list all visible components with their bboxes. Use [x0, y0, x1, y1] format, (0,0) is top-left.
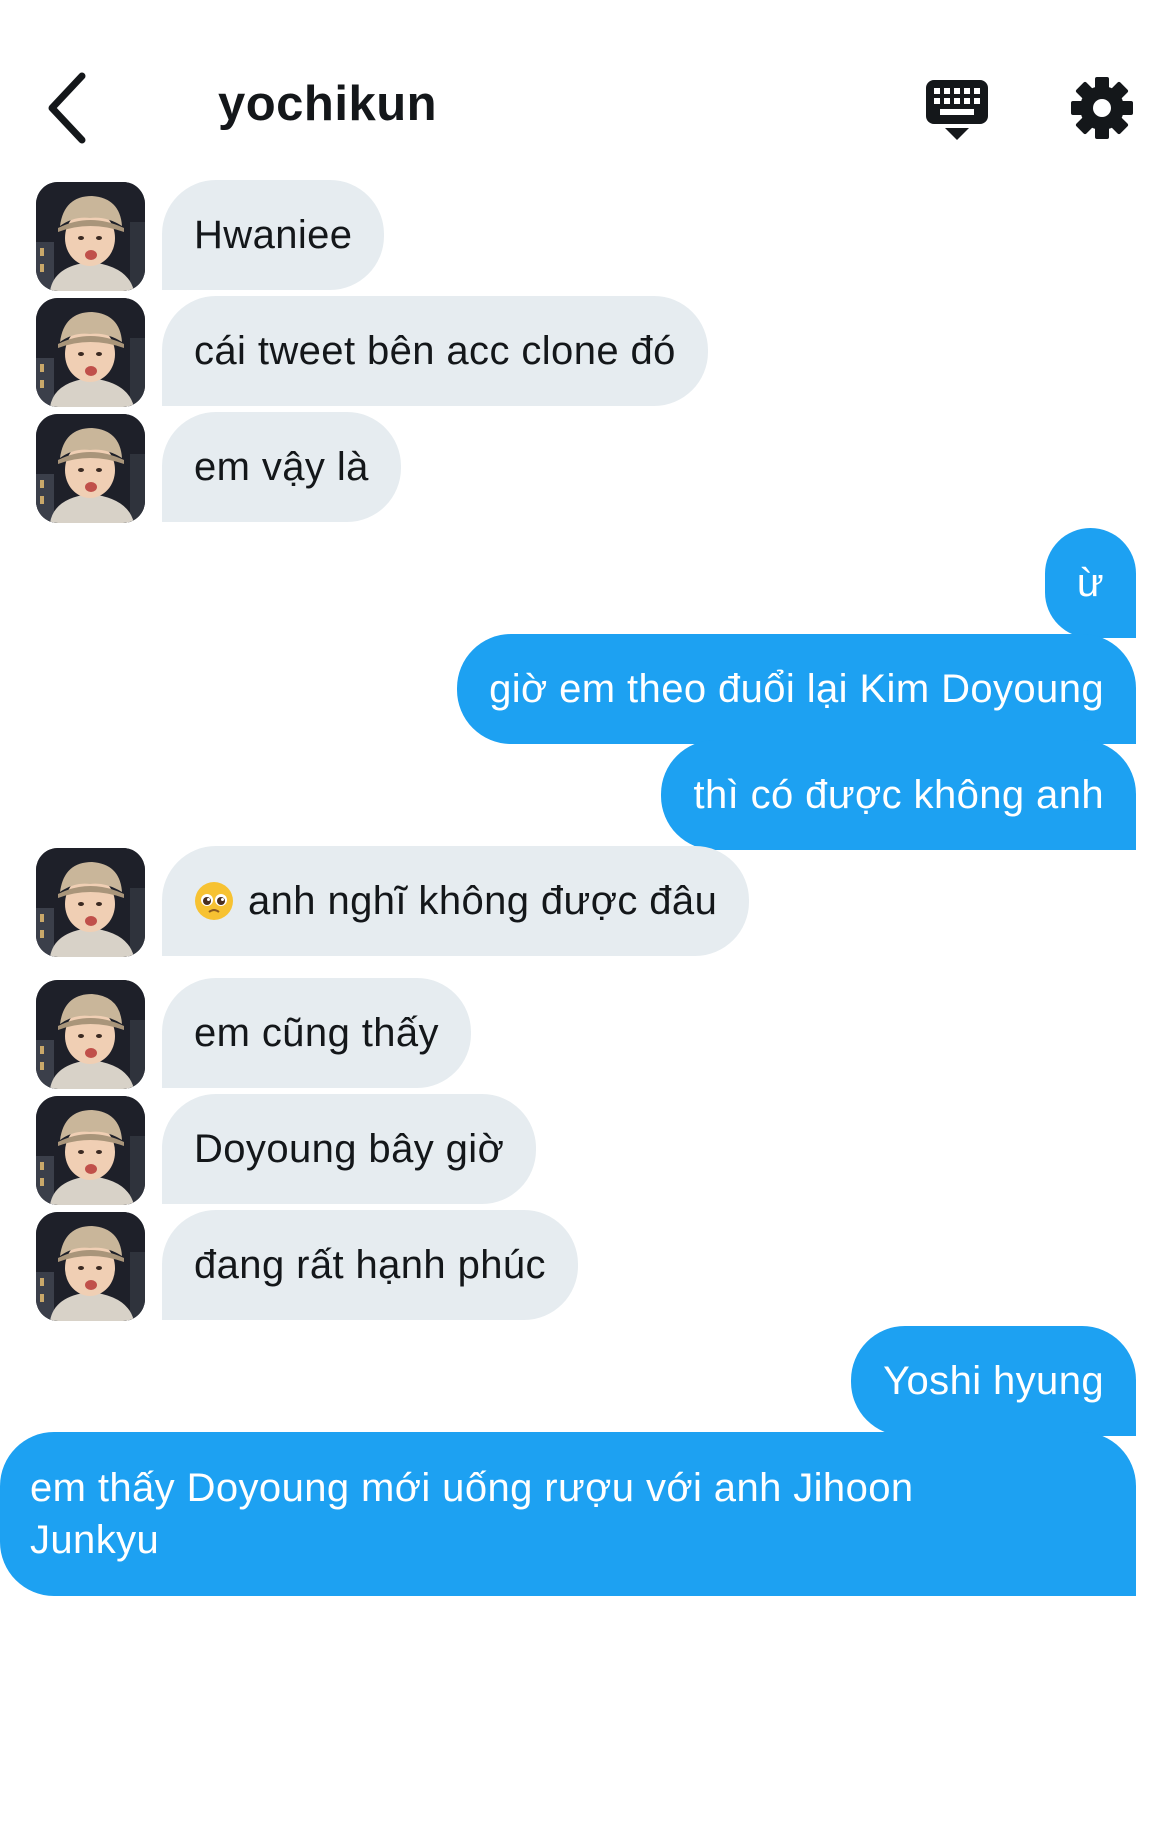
avatar[interactable]: [36, 1212, 145, 1321]
message-row: em cũng thấy: [0, 978, 1170, 1089]
avatar[interactable]: [36, 298, 145, 407]
pleading-face-emoji-icon: [195, 882, 233, 920]
avatar[interactable]: [36, 414, 145, 523]
message-text: thì có được không anh: [693, 773, 1104, 817]
message-row: Doyoung bây giờ: [0, 1094, 1170, 1205]
incoming-message-bubble[interactable]: cái tweet bên acc clone đó: [162, 296, 708, 406]
keyboard-icon: [926, 80, 988, 140]
avatar[interactable]: [36, 980, 145, 1089]
outgoing-message-bubble[interactable]: Yoshi hyung: [851, 1326, 1136, 1436]
message-row: thì có được không anh: [0, 740, 1170, 850]
message-text: anh nghĩ không được đâu: [248, 879, 718, 923]
avatar[interactable]: [36, 1096, 145, 1205]
incoming-message-bubble[interactable]: em cũng thấy: [162, 978, 471, 1088]
settings-button[interactable]: [1070, 76, 1134, 140]
outgoing-message-bubble[interactable]: em thấy Doyoung mới uống rượu với anh Ji…: [0, 1432, 1136, 1596]
message-text: Yoshi hyung: [883, 1359, 1104, 1403]
outgoing-message-bubble[interactable]: thì có được không anh: [661, 740, 1136, 850]
incoming-message-bubble[interactable]: Hwaniee: [162, 180, 385, 290]
message-text: Hwaniee: [194, 213, 353, 257]
message-row: em vậy là: [0, 412, 1170, 523]
keyboard-toggle-button[interactable]: [924, 78, 990, 144]
outgoing-message-bubble[interactable]: giờ em theo đuổi lại Kim Doyoung: [457, 634, 1136, 744]
message-row: anh nghĩ không được đâu: [0, 846, 1170, 972]
incoming-message-bubble[interactable]: anh nghĩ không được đâu: [162, 846, 750, 956]
message-row: giờ em theo đuổi lại Kim Doyoung: [0, 634, 1170, 744]
message-row: Yoshi hyung: [0, 1326, 1170, 1436]
message-row: cái tweet bên acc clone đó: [0, 296, 1170, 407]
message-row: em thấy Doyoung mới uống rượu với anh Ji…: [0, 1432, 1170, 1596]
conversation-title: yochikun: [218, 77, 438, 131]
gear-icon: [1071, 77, 1133, 139]
message-text: cái tweet bên acc clone đó: [194, 329, 676, 373]
message-text: em thấy Doyoung mới uống rượu với anh Ji…: [30, 1466, 914, 1562]
message-row: Hwaniee: [0, 180, 1170, 291]
message-row: đang rất hạnh phúc: [0, 1210, 1170, 1321]
outgoing-message-bubble[interactable]: ừ: [1044, 528, 1136, 638]
incoming-message-bubble[interactable]: đang rất hạnh phúc: [162, 1210, 578, 1320]
incoming-message-bubble[interactable]: em vậy là: [162, 412, 401, 522]
conversation-header: yochikun: [0, 0, 1170, 190]
message-row: ừ: [0, 528, 1170, 638]
message-text: đang rất hạnh phúc: [194, 1243, 546, 1287]
message-text: ừ: [1076, 561, 1104, 605]
back-button[interactable]: [40, 70, 100, 146]
chevron-left-icon: [48, 72, 86, 144]
avatar[interactable]: [36, 848, 145, 957]
message-text: giờ em theo đuổi lại Kim Doyoung: [489, 667, 1104, 711]
message-text: em vậy là: [194, 445, 369, 489]
avatar[interactable]: [36, 182, 145, 291]
message-text: Doyoung bây giờ: [194, 1127, 505, 1171]
message-text: em cũng thấy: [194, 1011, 439, 1055]
incoming-message-bubble[interactable]: Doyoung bây giờ: [162, 1094, 537, 1204]
